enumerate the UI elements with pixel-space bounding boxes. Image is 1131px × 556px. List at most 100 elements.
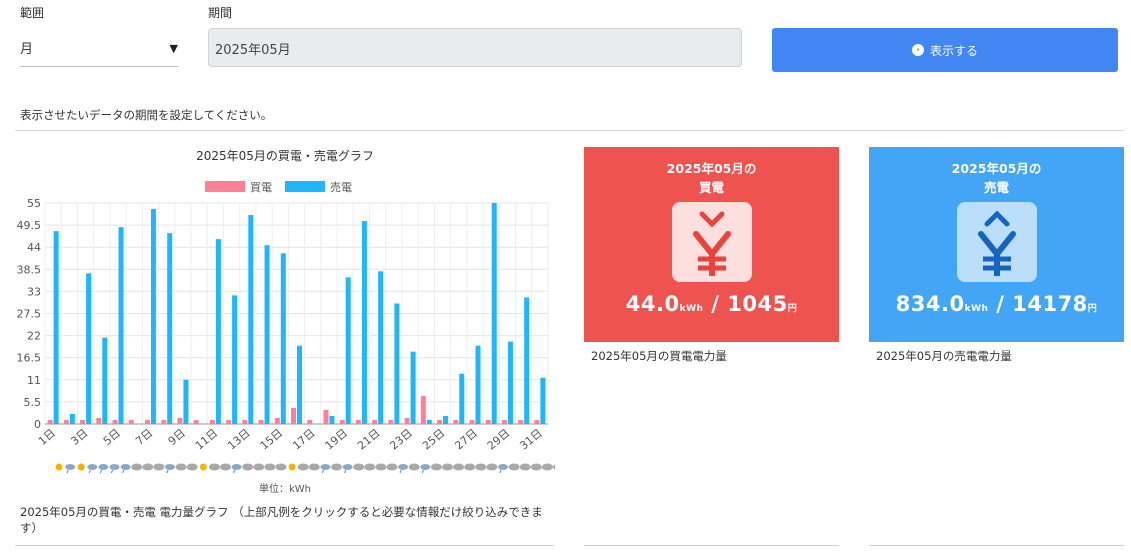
bar-sell <box>86 273 92 424</box>
bar-buy <box>501 419 507 424</box>
buy-summary-card: 2025年05月の 買電 44.0kWh / 1045円 <box>584 147 839 342</box>
period-label: 期間 <box>208 6 233 20</box>
y-tick-label: 55 <box>27 197 41 210</box>
chart-caption: 2025年05月の買電・売電 電力量グラフ （上部凡例をクリックすると必要な情報… <box>20 505 543 535</box>
bar-sell <box>232 295 238 424</box>
legend-swatch-0 <box>205 181 245 192</box>
bar-buy <box>96 417 102 424</box>
bar-buy <box>518 419 524 424</box>
range-select[interactable]: 月 ▼ <box>20 28 178 67</box>
x-tick-label: 3日 <box>68 426 90 448</box>
bar-sell <box>183 379 189 424</box>
x-tick-label: 15日 <box>258 426 286 452</box>
cloud-icon <box>519 463 531 471</box>
bar-buy <box>128 419 134 424</box>
bar-buy <box>420 395 426 424</box>
bar-sell <box>118 227 124 424</box>
sell-yen-value: 14178 <box>1012 292 1088 316</box>
buy-card-title-month: 2025年05月の <box>666 161 757 176</box>
yen-up-icon <box>956 202 1037 282</box>
bar-sell <box>491 203 497 424</box>
bar-buy <box>161 419 167 424</box>
y-tick-label: 22 <box>27 330 41 343</box>
bar-buy <box>404 417 410 424</box>
cloud-icon <box>408 463 420 471</box>
rain-icon <box>320 464 331 470</box>
bar-buy <box>323 409 329 424</box>
chart-title: 2025年05月の買電・売電グラフ <box>196 148 374 163</box>
x-tick-label: 9日 <box>166 426 188 448</box>
bar-sell <box>378 271 384 424</box>
rain-drop-icon <box>66 469 69 474</box>
divider <box>869 545 1124 546</box>
x-tick-label: 25日 <box>420 426 448 452</box>
cloud-icon <box>364 463 376 471</box>
bar-buy <box>469 419 475 424</box>
bar-buy <box>291 407 296 424</box>
bar-sell <box>280 253 286 424</box>
bar-buy <box>47 419 53 424</box>
rain-icon <box>165 464 175 470</box>
rain-drop-icon <box>99 469 102 474</box>
x-tick-label: 11日 <box>193 426 221 452</box>
y-tick-label: 49.5 <box>17 219 42 232</box>
period-input[interactable]: 2025年05月 <box>208 28 742 67</box>
amount-separator: / <box>703 292 728 316</box>
x-tick-label: 21日 <box>355 426 383 452</box>
bar-sell <box>507 341 513 424</box>
sun-icon <box>55 463 63 471</box>
cloud-icon <box>331 463 342 471</box>
bar-sell <box>361 221 367 424</box>
sun-icon <box>77 463 85 471</box>
rain-drop-icon <box>111 469 113 474</box>
x-tick-label: 23日 <box>388 426 416 452</box>
y-tick-label: 5.5 <box>24 396 42 409</box>
rain-icon <box>398 464 409 470</box>
rain-icon <box>498 464 508 470</box>
cloud-icon <box>175 463 187 471</box>
cloud-icon <box>486 463 498 471</box>
bar-sell <box>150 209 156 424</box>
cloud-icon <box>508 463 520 471</box>
cloud-icon <box>386 463 398 471</box>
buy-kwh-unit: kWh <box>679 304 704 314</box>
y-tick-label: 11 <box>27 374 41 387</box>
y-tick-label: 38.5 <box>17 263 42 276</box>
legend-label: 買電 <box>250 181 272 194</box>
y-tick-label: 44 <box>27 241 41 254</box>
range-label: 範囲 <box>20 6 45 20</box>
show-button[interactable]: › 表示する <box>772 28 1118 72</box>
bar-sell <box>394 303 400 424</box>
rain-drop-icon <box>499 469 502 474</box>
x-tick-label: 29日 <box>485 426 513 452</box>
rain-icon <box>65 464 76 470</box>
rain-icon <box>109 464 120 470</box>
chevron-right-circle-icon: › <box>911 44 924 56</box>
rain-drop-icon <box>233 469 236 474</box>
cloud-icon <box>530 463 542 471</box>
bar-sell <box>102 337 108 424</box>
y-tick-label: 0 <box>34 418 41 431</box>
bar-sell <box>329 415 335 424</box>
rain-drop-icon <box>122 469 125 474</box>
yen-down-icon <box>671 202 752 282</box>
buy-card-caption: 2025年05月の買電電力量 <box>591 349 727 363</box>
cloud-icon <box>264 463 276 471</box>
bar-sell <box>524 297 530 424</box>
bar-sell <box>540 377 546 424</box>
cloud-icon <box>242 463 254 471</box>
x-tick-label: 7日 <box>133 426 155 448</box>
bar-buy <box>226 419 232 424</box>
sell-card-caption: 2025年05月の売電電力量 <box>876 349 1012 363</box>
rain-icon <box>420 464 431 470</box>
cloud-icon <box>186 463 198 471</box>
bar-buy <box>274 417 280 424</box>
rain-icon <box>342 464 353 470</box>
bar-buy <box>63 419 69 424</box>
bar-sell <box>475 345 481 424</box>
bar-buy <box>388 419 394 424</box>
y-tick-label: 33 <box>27 285 41 298</box>
cloud-icon <box>430 463 442 471</box>
bar-sell <box>53 231 59 424</box>
rain-drop-icon <box>321 469 324 474</box>
